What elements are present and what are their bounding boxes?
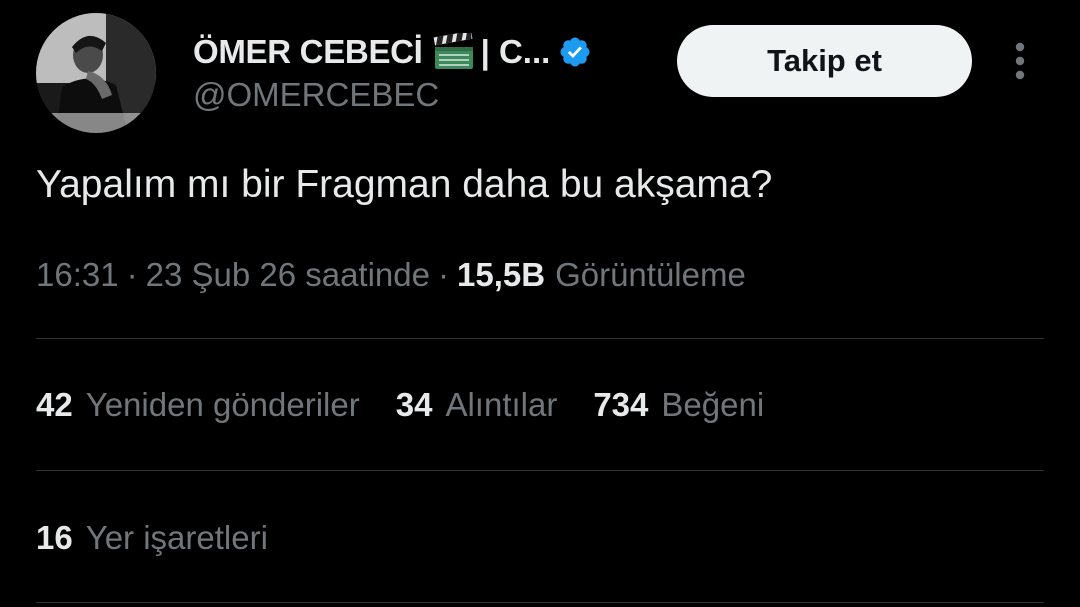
tweet-text: Yapalım mı bir Fragman daha bu akşama? [36,163,773,206]
views-count: 15,5B [457,256,546,293]
clapperboard-emoji-icon [433,33,475,71]
quotes-count: 34 [395,386,433,423]
meta-separator: · [126,256,138,293]
quotes-stat[interactable]: 34 Alıntılar [396,386,558,424]
reposts-label: Yeniden gönderiler [85,386,360,423]
author-handle[interactable]: @OMERCEBEC [193,76,439,114]
follow-button[interactable]: Takip et [677,25,972,97]
engagement-stats: 42 Yeniden gönderiler 34 Alıntılar 734 B… [36,386,800,424]
views-label: Görüntüleme [555,256,746,293]
tweet-time[interactable]: 16:31 [36,256,119,294]
author-display-name[interactable]: ÖMER CEBECİ [193,33,423,71]
author-name-row[interactable]: ÖMER CEBECİ | C... [193,30,592,74]
divider [36,470,1044,471]
likes-stat[interactable]: 734 Beğeni [593,386,764,424]
divider [36,338,1044,339]
bookmarks-label: Yer işaretleri [85,519,268,556]
meta-separator: · [438,256,449,293]
reposts-stat[interactable]: 42 Yeniden gönderiler [36,386,360,424]
likes-label: Beğeni [661,386,765,423]
avatar[interactable] [36,13,156,133]
verified-badge-icon[interactable] [558,35,592,69]
author-name-truncated[interactable]: | C... [481,33,551,71]
quotes-label: Alıntılar [445,386,558,423]
divider [36,602,1044,603]
likes-count: 734 [593,386,649,423]
bookmarks-stat-row: 16 Yer işaretleri [36,519,304,557]
more-vertical-icon[interactable] [1004,38,1036,84]
avatar-photo [36,13,156,133]
bookmarks-count: 16 [36,519,73,556]
tweet-meta: 16:31 · 23 Şub 26 saatinde · 15,5B Görün… [36,256,746,294]
tweet-date[interactable]: 23 Şub 26 saatinde [146,256,430,294]
bookmarks-stat[interactable]: 16 Yer işaretleri [36,519,268,557]
reposts-count: 42 [36,386,73,423]
